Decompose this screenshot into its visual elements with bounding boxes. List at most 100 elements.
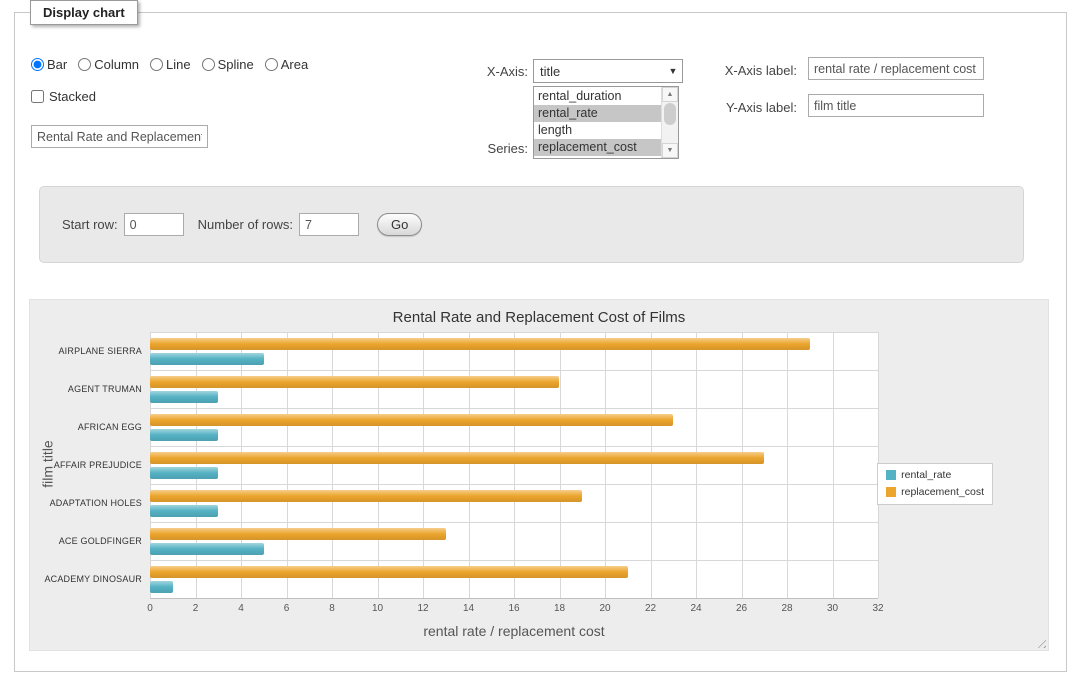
chart-type-option-spline[interactable]: Spline bbox=[202, 57, 254, 72]
category-label: ADAPTATION HOLES bbox=[50, 498, 142, 508]
x-axis-select[interactable]: title ▼ bbox=[533, 59, 683, 83]
scrollbar[interactable]: ▲ ▼ bbox=[661, 87, 678, 158]
series-option-replacement_cost[interactable]: replacement_cost bbox=[534, 139, 661, 156]
x-axis-field-label: X-Axis: bbox=[435, 64, 528, 79]
bar-replacement_cost[interactable] bbox=[150, 452, 764, 464]
x-axis-label-field-label: X-Axis label: bbox=[675, 63, 797, 78]
y-axis-label-input[interactable] bbox=[808, 94, 984, 117]
category-band bbox=[150, 332, 878, 370]
bar-rental_rate[interactable] bbox=[150, 391, 218, 403]
row-range-panel: Start row: Number of rows: Go bbox=[39, 186, 1024, 263]
category-band bbox=[150, 522, 878, 560]
bar-rental_rate[interactable] bbox=[150, 467, 218, 479]
category-label: ACE GOLDFINGER bbox=[59, 536, 142, 546]
category-label: AIRPLANE SIERRA bbox=[58, 346, 142, 356]
legend-item-replacement_cost[interactable]: replacement_cost bbox=[886, 486, 984, 498]
series-option-length[interactable]: length bbox=[534, 122, 661, 139]
bar-rental_rate[interactable] bbox=[150, 581, 173, 593]
chart-type-radio[interactable] bbox=[265, 58, 278, 71]
category-label: AFRICAN EGG bbox=[78, 422, 142, 432]
chart-type-radio[interactable] bbox=[31, 58, 44, 71]
x-axis-selected-value: title bbox=[534, 64, 664, 79]
bar-rental_rate[interactable] bbox=[150, 505, 218, 517]
series-option-rental_duration[interactable]: rental_duration bbox=[534, 88, 661, 105]
number-of-rows-label: Number of rows: bbox=[198, 217, 293, 232]
bar-replacement_cost[interactable] bbox=[150, 414, 673, 426]
legend-label: replacement_cost bbox=[901, 486, 984, 498]
series-field-label: Series: bbox=[445, 141, 528, 156]
y-axis-label-field-label: Y-Axis label: bbox=[675, 100, 797, 115]
series-option-rental_rate[interactable]: rental_rate bbox=[534, 105, 661, 122]
x-tick-label: 6 bbox=[284, 603, 290, 614]
bar-rental_rate[interactable] bbox=[150, 429, 218, 441]
series-listbox[interactable]: rental_durationrental_ratelengthreplacem… bbox=[533, 86, 679, 159]
x-tick-label: 28 bbox=[781, 603, 792, 614]
go-button[interactable]: Go bbox=[377, 213, 422, 236]
chart-type-label: Column bbox=[94, 57, 139, 72]
x-tick-label: 24 bbox=[690, 603, 701, 614]
bar-replacement_cost[interactable] bbox=[150, 566, 628, 578]
chart-legend: rental_rate replacement_cost bbox=[877, 463, 993, 505]
legend-label: rental_rate bbox=[901, 469, 951, 481]
x-tick-label: 18 bbox=[554, 603, 565, 614]
chart-type-option-column[interactable]: Column bbox=[78, 57, 139, 72]
chart-title-input[interactable] bbox=[31, 125, 208, 148]
display-chart-panel: Display chart BarColumnLineSplineArea St… bbox=[14, 12, 1067, 672]
plot-area bbox=[150, 332, 878, 599]
bar-rental_rate[interactable] bbox=[150, 353, 264, 365]
chart-type-option-bar[interactable]: Bar bbox=[31, 57, 67, 72]
x-tick-label: 12 bbox=[417, 603, 428, 614]
category-label: AFFAIR PREJUDICE bbox=[54, 460, 142, 470]
category-label: ACADEMY DINOSAUR bbox=[44, 574, 142, 584]
category-band bbox=[150, 446, 878, 484]
x-tick-label: 20 bbox=[599, 603, 610, 614]
x-axis-label-input[interactable] bbox=[808, 57, 984, 80]
x-tick-label: 30 bbox=[827, 603, 838, 614]
resize-handle[interactable] bbox=[1034, 636, 1046, 648]
x-tick-label: 4 bbox=[238, 603, 244, 614]
x-tick-label: 32 bbox=[872, 603, 883, 614]
category-band bbox=[150, 484, 878, 522]
chart-type-radio[interactable] bbox=[202, 58, 215, 71]
bar-groups bbox=[150, 332, 878, 598]
stacked-checkbox[interactable] bbox=[31, 90, 44, 103]
bar-rental_rate[interactable] bbox=[150, 543, 264, 555]
chart-type-label: Spline bbox=[218, 57, 254, 72]
chart-type-label: Bar bbox=[47, 57, 67, 72]
category-label: AGENT TRUMAN bbox=[68, 384, 142, 394]
chart-type-radio[interactable] bbox=[150, 58, 163, 71]
legend-item-rental_rate[interactable]: rental_rate bbox=[886, 469, 984, 481]
x-tick-label: 8 bbox=[329, 603, 335, 614]
category-band bbox=[150, 560, 878, 598]
chart-title: Rental Rate and Replacement Cost of Film… bbox=[30, 309, 1048, 326]
x-tick-label: 22 bbox=[645, 603, 656, 614]
chart-type-option-area[interactable]: Area bbox=[265, 57, 308, 72]
chart-type-label: Line bbox=[166, 57, 191, 72]
legend-swatch bbox=[886, 470, 896, 480]
chart-container: Rental Rate and Replacement Cost of Film… bbox=[29, 299, 1049, 651]
x-tick-label: 26 bbox=[736, 603, 747, 614]
bar-replacement_cost[interactable] bbox=[150, 338, 810, 350]
category-axis-labels: AIRPLANE SIERRA AGENT TRUMAN AFRICAN EGG AF… bbox=[30, 332, 146, 599]
number-of-rows-input[interactable] bbox=[299, 213, 359, 236]
chart-type-option-line[interactable]: Line bbox=[150, 57, 191, 72]
chart-type-radios: Bar Column Line Spline Area bbox=[31, 57, 308, 72]
chart-type-radio[interactable] bbox=[78, 58, 91, 71]
start-row-label: Start row: bbox=[62, 217, 118, 232]
category-band bbox=[150, 408, 878, 446]
x-tick-label: 14 bbox=[463, 603, 474, 614]
x-tick-label: 2 bbox=[193, 603, 199, 614]
series-options: rental_durationrental_ratelengthreplacem… bbox=[534, 87, 661, 158]
bar-replacement_cost[interactable] bbox=[150, 528, 446, 540]
chart-type-label: Area bbox=[281, 57, 308, 72]
legend-swatch bbox=[886, 487, 896, 497]
x-axis-title: rental rate / replacement cost bbox=[150, 623, 878, 639]
stacked-option[interactable]: Stacked bbox=[31, 89, 96, 104]
x-tick-label: 10 bbox=[372, 603, 383, 614]
start-row-input[interactable] bbox=[124, 213, 184, 236]
x-tick-label: 16 bbox=[508, 603, 519, 614]
bar-replacement_cost[interactable] bbox=[150, 376, 559, 388]
scroll-down-icon[interactable]: ▼ bbox=[662, 143, 678, 158]
category-band bbox=[150, 370, 878, 408]
bar-replacement_cost[interactable] bbox=[150, 490, 582, 502]
